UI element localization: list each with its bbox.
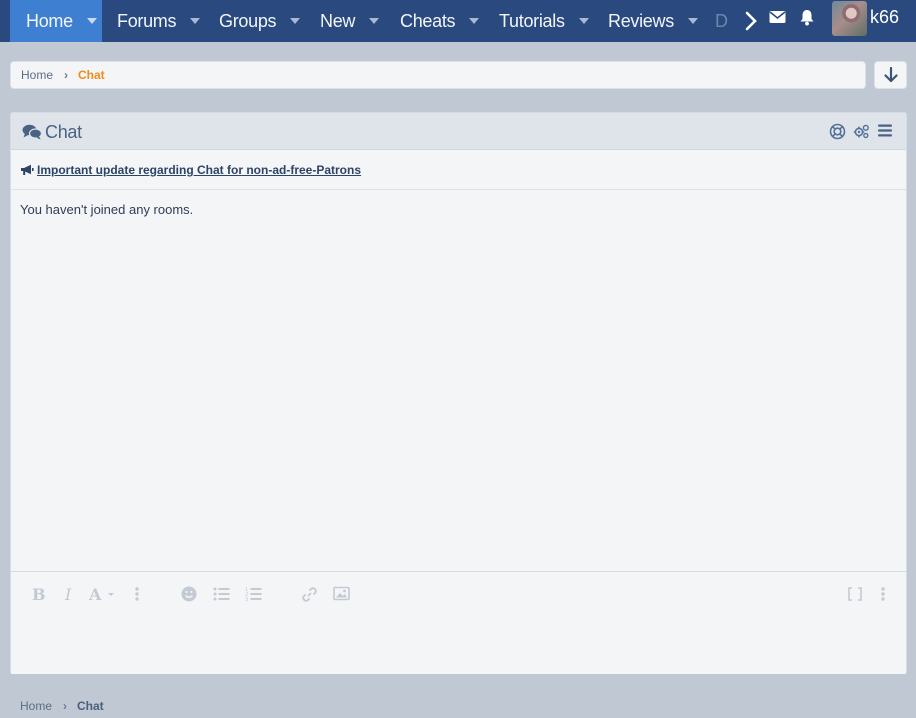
- tab-new[interactable]: New: [320, 0, 383, 42]
- tab-tutorials-label: Tutorials: [499, 10, 565, 31]
- tab-home-label: Home: [26, 10, 73, 31]
- tab-overflow-partial[interactable]: D: [715, 0, 728, 42]
- life-ring-icon[interactable]: [829, 123, 846, 143]
- breadcrumb-home[interactable]: Home: [21, 68, 53, 82]
- tab-reviews[interactable]: Reviews: [608, 0, 702, 42]
- svg-text:I: I: [64, 586, 72, 602]
- font-size-icon[interactable]: A: [88, 585, 119, 605]
- chevron-down-icon[interactable]: [290, 18, 301, 24]
- breadcrumb-home[interactable]: Home: [20, 699, 52, 713]
- chevron-right-icon: ›: [64, 68, 69, 82]
- tab-forums[interactable]: Forums: [117, 0, 204, 42]
- message-editor[interactable]: B I A 123: [11, 571, 906, 674]
- username[interactable]: k66: [870, 7, 899, 28]
- cogs-icon[interactable]: [853, 123, 870, 143]
- tab-groups-label: Groups: [219, 10, 277, 31]
- tab-forums-label: Forums: [117, 10, 177, 31]
- tab-overflow-label: D: [715, 10, 728, 31]
- chevron-down-icon[interactable]: [369, 18, 380, 24]
- chevron-right-icon[interactable]: [742, 9, 760, 33]
- top-navbar: Home Forums Groups New Cheats Tutorials …: [0, 0, 916, 42]
- envelope-icon[interactable]: [769, 9, 786, 28]
- arrow-down-icon: [883, 67, 898, 83]
- numbered-list-icon[interactable]: 123: [245, 586, 262, 605]
- bulleted-list-icon[interactable]: [213, 586, 230, 605]
- image-icon[interactable]: [333, 586, 350, 604]
- breadcrumb-current[interactable]: Chat: [78, 68, 105, 82]
- tab-new-label: New: [320, 10, 356, 31]
- smiley-icon[interactable]: [181, 586, 197, 605]
- more-options-icon[interactable]: [881, 586, 885, 605]
- more-options-icon[interactable]: [135, 586, 139, 605]
- tab-cheats-label: Cheats: [400, 10, 456, 31]
- tab-groups[interactable]: Groups: [219, 0, 304, 42]
- bold-icon[interactable]: B: [31, 585, 46, 605]
- chevron-down-icon[interactable]: [687, 18, 698, 24]
- avatar[interactable]: [832, 1, 867, 36]
- chevron-right-icon: ›: [63, 699, 68, 713]
- chevron-down-icon[interactable]: [469, 18, 480, 24]
- svg-text:B: B: [32, 586, 45, 602]
- bullhorn-icon: [20, 164, 34, 179]
- page-title: Chat: [45, 122, 82, 142]
- chat-panel-header: Chat: [11, 113, 906, 150]
- chevron-down-icon[interactable]: [190, 18, 201, 24]
- chevron-down-icon[interactable]: [578, 18, 589, 24]
- svg-text:3: 3: [245, 597, 248, 602]
- notice-link[interactable]: Important update regarding Chat for non-…: [37, 163, 361, 177]
- chat-panel: Chat Important update regarding Chat for…: [10, 112, 907, 674]
- chevron-down-icon[interactable]: [86, 18, 97, 24]
- footer-breadcrumb: Home › Chat: [20, 699, 104, 713]
- breadcrumb: Home › Chat: [10, 61, 866, 89]
- tab-cheats[interactable]: Cheats: [400, 0, 483, 42]
- tab-reviews-label: Reviews: [608, 10, 674, 31]
- comments-icon: [22, 124, 43, 143]
- bell-icon[interactable]: [799, 9, 815, 29]
- menu-icon[interactable]: [877, 123, 893, 141]
- fullscreen-icon[interactable]: [847, 586, 863, 605]
- link-icon[interactable]: [301, 586, 318, 606]
- tab-home[interactable]: Home: [10, 0, 102, 42]
- empty-rooms-message: You haven't joined any rooms.: [20, 202, 194, 217]
- italic-icon[interactable]: I: [64, 585, 76, 605]
- tab-tutorials[interactable]: Tutorials: [499, 0, 593, 42]
- breadcrumb-current[interactable]: Chat: [77, 699, 104, 713]
- notice-bar: Important update regarding Chat for non-…: [11, 150, 906, 190]
- svg-text:A: A: [89, 586, 102, 602]
- jump-to-bottom-button[interactable]: [874, 61, 907, 89]
